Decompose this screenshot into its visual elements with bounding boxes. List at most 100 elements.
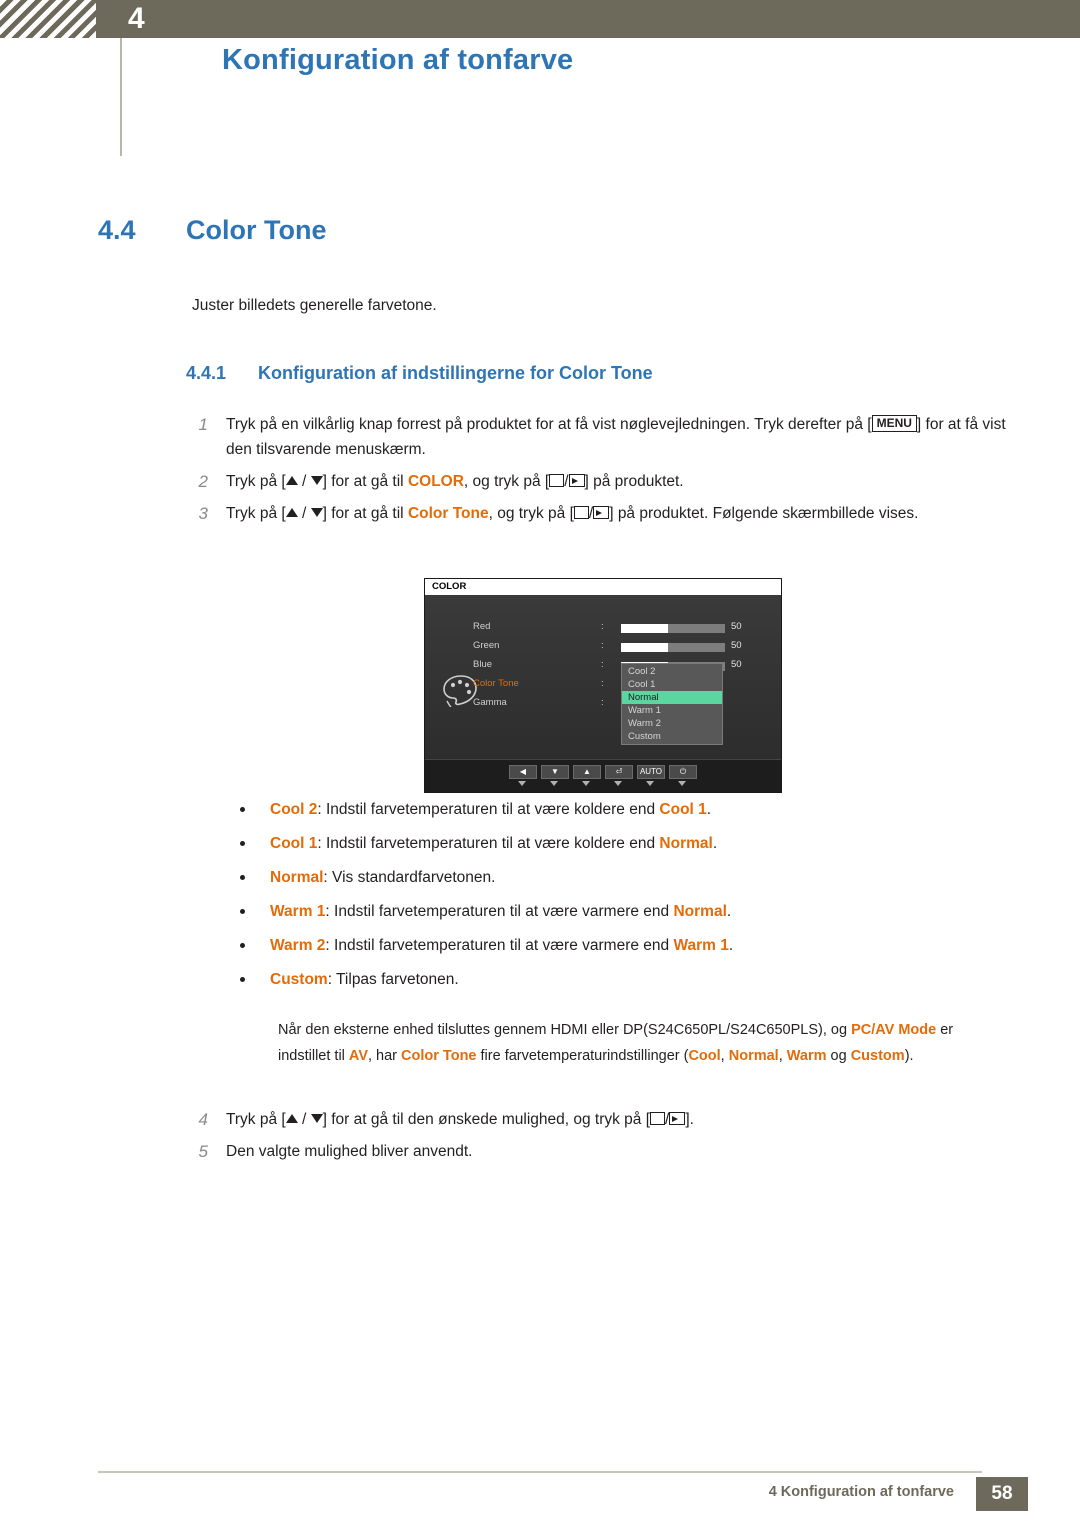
keyword: Normal [270, 869, 324, 886]
osd-row-value: 50 [731, 640, 742, 651]
keyword: Warm [786, 1048, 827, 1064]
osd-title: COLOR [425, 579, 781, 595]
list-item: Warm 1: Indstil farvetemperaturen til at… [232, 900, 1032, 924]
keyword: Custom [850, 1048, 905, 1064]
osd-footer-button[interactable]: ▲ [573, 765, 601, 779]
enter-arrow-icon [568, 474, 585, 487]
bullet-dot-icon [240, 909, 245, 914]
bullet-dot-icon [240, 875, 245, 880]
osd-footer-button-indicator-icon [678, 781, 686, 786]
osd-row-label: Color Tone [473, 678, 519, 689]
step-item: 3 Tryk på [ / ] for at gå til Color Tone,… [186, 501, 1016, 526]
key-enter: / [650, 1111, 686, 1128]
steps-list-top: 1 Tryk på en vilkårlig knap forrest på pr… [186, 412, 1016, 533]
osd-footer-button-indicator-icon [614, 781, 622, 786]
step-text: Tryk på en vilkårlig knap forrest på pro… [226, 415, 1006, 458]
osd-menu-item[interactable]: Warm 1 [622, 704, 722, 717]
list-item-text: Normal: Vis standardfarvetonen. [270, 869, 496, 886]
osd-color-tone-menu[interactable]: Cool 2 Cool 1 Normal Warm 1 Warm 2 Custom [621, 663, 723, 745]
list-item-text: Cool 2: Indstil farvetemperaturen til at… [270, 801, 712, 818]
osd-menu-item[interactable]: Cool 2 [622, 665, 722, 678]
osd-row-label: Blue [473, 659, 493, 670]
list-item-text: Warm 1: Indstil farvetemperaturen til at… [270, 903, 732, 920]
enter-arrow-icon [669, 1112, 686, 1125]
osd-row[interactable]: Red: 50 [473, 621, 773, 636]
step-item: 2 Tryk på [ / ] for at gå til COLOR, og t… [186, 469, 1016, 494]
step-item: 1 Tryk på en vilkårlig knap forrest på pr… [186, 412, 1016, 462]
triangle-down-icon [310, 476, 323, 485]
keyword: Cool [688, 1048, 721, 1064]
osd-footer-button[interactable]: ⏻ [669, 765, 697, 779]
osd-row-colon: : [601, 659, 604, 670]
osd-footer-button-indicator-icon [646, 781, 654, 786]
triangle-up-icon [285, 1114, 298, 1123]
keyword: Warm 1 [673, 937, 729, 954]
step-number: 3 [198, 504, 208, 523]
list-item: Normal: Vis standardfarvetonen. [232, 866, 1032, 890]
osd-menu-item[interactable]: Warm 2 [622, 717, 722, 730]
osd-footer-button[interactable]: ⏎ [605, 765, 633, 779]
osd-slider-fill [621, 643, 668, 652]
key-enter: / [573, 505, 610, 522]
keyword: Cool 1 [270, 835, 318, 852]
osd-row-colon: : [601, 678, 604, 689]
osd-row-label: Red [473, 621, 491, 632]
osd-slider-fill [621, 624, 668, 633]
box-icon [549, 474, 565, 487]
subsection-number: 4.4.1 [186, 363, 227, 383]
osd-footer-button[interactable]: ◀ [509, 765, 537, 779]
list-item-text: Cool 1: Indstil farvetemperaturen til at… [270, 835, 718, 852]
step-text: Den valgte mulighed bliver anvendt. [226, 1143, 473, 1160]
keyword: Warm 1 [270, 903, 326, 920]
section-intro: Juster billedets generelle farvetone. [192, 297, 437, 314]
key-up-down: / [285, 1111, 323, 1128]
footer-chapter-text: 4 Konfiguration af tonfarve [768, 1484, 954, 1500]
list-item: Warm 2: Indstil farvetemperaturen til at… [232, 934, 1032, 958]
step-number: 4 [198, 1110, 208, 1129]
step-number: 2 [198, 472, 208, 491]
keyword: COLOR [407, 473, 464, 490]
osd-menu-item[interactable]: Normal [622, 691, 722, 704]
list-item-text: Custom: Tilpas farvetonen. [270, 971, 459, 988]
list-item: Cool 2: Indstil farvetemperaturen til at… [232, 798, 1032, 822]
triangle-up-icon [285, 476, 298, 485]
note-paragraph: Når den eksterne enhed tilsluttes gennem… [278, 1022, 954, 1064]
footer-divider [98, 1471, 982, 1473]
enter-arrow-icon [593, 506, 610, 519]
keyword: Cool 1 [659, 801, 707, 818]
osd-menu-item[interactable]: Custom [622, 730, 722, 743]
osd-footer-button[interactable]: AUTO [637, 765, 665, 779]
osd-menu-item[interactable]: Cool 1 [622, 678, 722, 691]
keyword: Warm 2 [270, 937, 326, 954]
osd-slider-track[interactable] [621, 624, 725, 633]
header-bar [96, 0, 1080, 38]
osd-footer-button[interactable]: ▼ [541, 765, 569, 779]
keyword: Normal [673, 903, 727, 920]
bullet-dot-icon [240, 841, 245, 846]
header-chapter-number: 4 [128, 2, 145, 35]
osd-row-value: 50 [731, 659, 742, 670]
footer-page-number: 58 [976, 1477, 1028, 1511]
key-enter: / [549, 473, 585, 490]
step-text: Tryk på [ / ] for at gå til den ønskede … [226, 1111, 694, 1128]
osd-slider-track[interactable] [621, 643, 725, 652]
subsection-title: Konfiguration af indstillingerne for Col… [258, 363, 653, 383]
osd-body: Red: 50 Green: 50 Blue: 50 Color Tone: Gamma: C… [425, 595, 781, 759]
keyword: AV [348, 1048, 368, 1064]
steps-list-bottom: 4 Tryk på [ / ] for at gå til den ønskede… [186, 1107, 1016, 1171]
step-text: Tryk på [ / ] for at gå til Color Tone, … [226, 505, 919, 522]
osd-row[interactable]: Green: 50 [473, 640, 773, 655]
step-item: 5 Den valgte mulighed bliver anvendt. [186, 1139, 1016, 1164]
section-title: Color Tone [186, 215, 327, 245]
options-bullet-list: Cool 2: Indstil farvetemperaturen til at… [232, 798, 1032, 1002]
osd-row-value: 50 [731, 621, 742, 632]
key-up-down: / [285, 505, 323, 522]
bullet-dot-icon [240, 943, 245, 948]
osd-row-colon: : [601, 697, 604, 708]
keyword: Color Tone [407, 505, 489, 522]
keyword: Cool 2 [270, 801, 318, 818]
osd-row-label: Green [473, 640, 500, 651]
keyword: PC/AV Mode [851, 1022, 937, 1038]
keyword: Normal [659, 835, 713, 852]
keyword: Custom [270, 971, 328, 988]
